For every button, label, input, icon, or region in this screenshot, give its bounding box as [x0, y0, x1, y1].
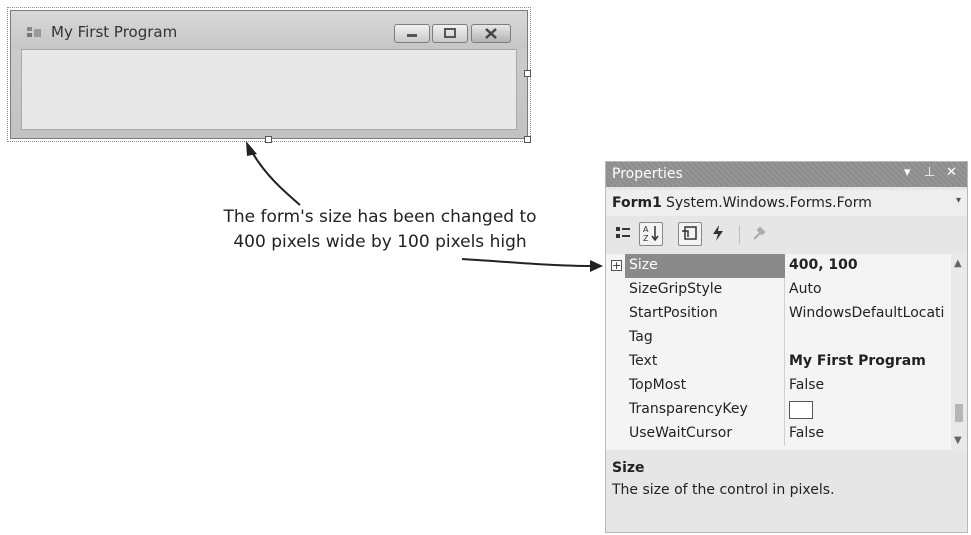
- description-title: Size: [612, 460, 645, 476]
- alphabetical-button[interactable]: A Z: [639, 222, 663, 246]
- svg-text:A: A: [643, 225, 649, 234]
- description-pane: Size The size of the control in pixels.: [606, 456, 967, 532]
- property-name: Text: [629, 353, 658, 369]
- properties-panel: Properties ▾ ⊥ ✕ Form1 System.Windows.Fo…: [605, 161, 968, 533]
- property-value[interactable]: False: [789, 425, 945, 441]
- events-button[interactable]: [706, 222, 730, 246]
- property-row-text[interactable]: Text My First Program: [606, 350, 951, 374]
- categorized-icon: [616, 227, 630, 238]
- annotation-line-2: 400 pixels wide by 100 pixels high: [233, 232, 527, 252]
- alphabetical-icon: A Z: [643, 225, 659, 243]
- property-value[interactable]: [789, 401, 945, 419]
- expand-icon[interactable]: +: [611, 260, 622, 271]
- properties-toolbar: A Z: [606, 218, 967, 250]
- arrow-to-size: [461, 258, 593, 267]
- property-grid: + Size 400, 100 SizeGripStyle Auto Start…: [606, 254, 951, 450]
- annotation-line-1: The form's size has been changed to: [223, 207, 537, 227]
- property-row-sizegripstyle[interactable]: SizeGripStyle Auto: [606, 278, 951, 302]
- svg-text:Z: Z: [643, 234, 649, 243]
- arrow-to-form: [251, 151, 301, 206]
- properties-title: Properties: [612, 166, 683, 182]
- vertical-scrollbar[interactable]: ▲ ▼: [951, 254, 967, 450]
- properties-icon: [682, 226, 697, 240]
- object-name: Form1: [612, 195, 662, 211]
- categorized-button[interactable]: [612, 222, 636, 246]
- property-name: TopMost: [629, 377, 687, 393]
- property-name: StartPosition: [629, 305, 718, 321]
- property-value[interactable]: Auto: [789, 281, 945, 297]
- property-name: Tag: [629, 329, 653, 345]
- color-swatch: [789, 401, 813, 419]
- property-name: Size: [629, 257, 658, 273]
- pin-icon[interactable]: ⊥: [924, 165, 935, 180]
- chevron-down-icon[interactable]: ▾: [956, 195, 961, 206]
- dropdown-icon[interactable]: ▾: [904, 165, 911, 180]
- property-value[interactable]: WindowsDefaultLocati: [789, 305, 945, 321]
- property-row-tag[interactable]: Tag: [606, 326, 951, 350]
- property-name: TransparencyKey: [629, 401, 748, 417]
- properties-titlebar[interactable]: Properties ▾ ⊥ ✕: [606, 162, 967, 187]
- property-pages-icon: [753, 226, 766, 240]
- property-row-startposition[interactable]: StartPosition WindowsDefaultLocati: [606, 302, 951, 326]
- property-value[interactable]: False: [789, 377, 945, 393]
- scroll-thumb[interactable]: [955, 404, 963, 422]
- arrow-to-size-head: [590, 260, 603, 272]
- arrow-to-form-head: [246, 141, 257, 156]
- property-value[interactable]: My First Program: [789, 353, 945, 369]
- property-value[interactable]: 400, 100: [789, 257, 945, 273]
- property-name: UseWaitCursor: [629, 425, 733, 441]
- scroll-down-icon[interactable]: ▼: [954, 435, 962, 446]
- description-text: The size of the control in pixels.: [612, 482, 835, 498]
- property-row-usewaitcursor[interactable]: UseWaitCursor False: [606, 422, 951, 446]
- property-row-topmost[interactable]: TopMost False: [606, 374, 951, 398]
- properties-button[interactable]: [678, 222, 702, 246]
- events-icon: [713, 225, 723, 241]
- scroll-up-icon[interactable]: ▲: [954, 258, 962, 269]
- close-icon[interactable]: ✕: [946, 165, 957, 180]
- object-type: System.Windows.Forms.Form: [666, 195, 872, 211]
- property-pages-button[interactable]: [748, 222, 772, 246]
- property-name: SizeGripStyle: [629, 281, 723, 297]
- toolbar-separator: [739, 226, 740, 244]
- property-row-size[interactable]: + Size 400, 100: [606, 254, 951, 278]
- annotation-text: The form's size has been changed to 400 …: [205, 205, 555, 255]
- object-selector[interactable]: Form1 System.Windows.Forms.Form ▾: [606, 190, 967, 216]
- property-row-transparencykey[interactable]: TransparencyKey: [606, 398, 951, 422]
